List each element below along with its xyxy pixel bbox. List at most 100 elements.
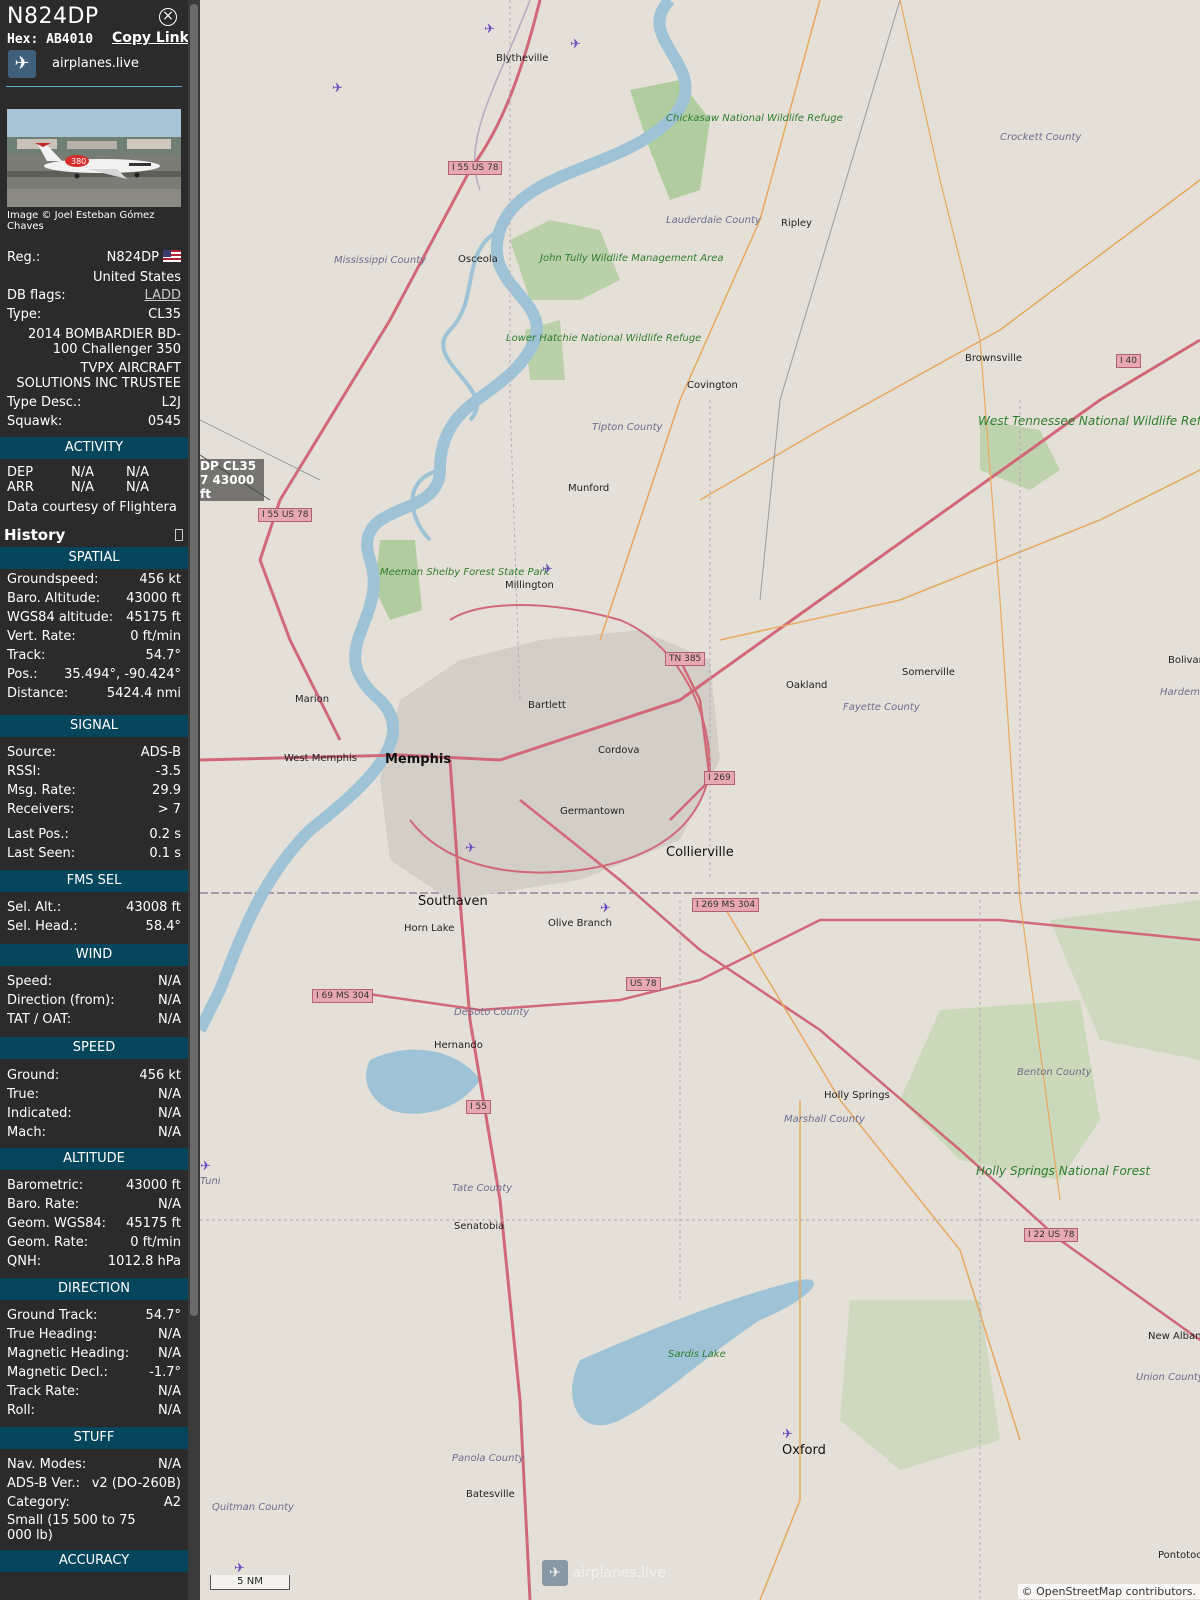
city-label: West Memphis: [284, 753, 357, 764]
wind-value: N/A: [158, 974, 181, 989]
park-label: Meeman Shelby Forest State Park: [380, 567, 550, 578]
aircraft-marker-icon[interactable]: ✈: [332, 82, 343, 95]
signal-label: Last Pos.:: [7, 827, 69, 842]
speed-label: Indicated:: [7, 1106, 72, 1121]
speed-value: N/A: [158, 1106, 181, 1121]
speed-label: Ground:: [7, 1068, 60, 1083]
aircraft-marker-icon[interactable]: ✈: [542, 563, 553, 576]
city-label: Holly Springs: [824, 1090, 890, 1101]
city-label: Blytheville: [496, 53, 549, 64]
highway-shield: I 269 MS 304: [692, 898, 760, 912]
city-label: Batesville: [466, 1489, 515, 1500]
dep-label: DEP: [7, 465, 34, 480]
speed-row: Ground: 456 kt: [7, 1066, 181, 1085]
data-courtesy: Data courtesy of Flightera: [7, 500, 177, 515]
map-view[interactable]: DP CL35 7 43000 ft DP Memphis West Memph…: [200, 0, 1200, 1600]
altitude-value: N/A: [158, 1197, 181, 1212]
dep-time: N/A: [71, 465, 94, 480]
section-signal: SIGNAL: [0, 715, 188, 737]
close-icon[interactable]: ×: [159, 8, 177, 26]
squawk-row: Squawk: 0545: [7, 414, 181, 429]
county-label: Mississippi County: [334, 255, 427, 266]
city-label: Bartlett: [528, 700, 566, 711]
altitude-row: Geom. Rate: 0 ft/min: [7, 1233, 181, 1252]
park-label: Holly Springs National Forest: [976, 1164, 1150, 1178]
stuff-row: Category: A2: [7, 1493, 181, 1512]
city-label: Cordova: [598, 745, 640, 756]
aircraft-photo[interactable]: 380: [7, 109, 181, 207]
highway-shield: I 55 US 78: [258, 508, 313, 522]
direction-value: N/A: [158, 1384, 181, 1399]
airplanes-live-logo-icon[interactable]: ✈: [8, 50, 36, 78]
spatial-value: 35.494°, -90.424°: [64, 667, 181, 682]
sidebar-scrollbar-thumb[interactable]: [190, 4, 198, 1316]
map-watermark: ✈ airplanes.live: [542, 1560, 666, 1586]
wind-row: TAT / OAT: N/A: [7, 1010, 181, 1029]
city-label: Bolivar: [1168, 655, 1200, 666]
city-label: Marion: [295, 694, 330, 705]
copy-link-button[interactable]: Copy Link: [112, 30, 188, 46]
county-label: Marshall County: [784, 1114, 865, 1125]
aircraft-map-label[interactable]: DP CL35 7 43000 ft DP: [200, 459, 264, 501]
park-label: West Tennessee National Wildlife Refuge …: [978, 414, 1200, 428]
signal-value: > 7: [157, 802, 181, 817]
spatial-row: Vert. Rate: 0 ft/min: [7, 627, 181, 646]
aircraft-marker-icon[interactable]: ✈: [234, 1562, 245, 1575]
category-description: Small (15 500 to 75 000 lb): [7, 1513, 136, 1543]
altitude-label: QNH:: [7, 1254, 42, 1269]
county-label: Hardeman County: [1160, 687, 1200, 698]
altitude-row: Barometric: 43000 ft: [7, 1176, 181, 1195]
direction-value: -1.7°: [149, 1365, 181, 1380]
city-label: Germantown: [560, 806, 625, 817]
history-checkbox[interactable]: [175, 529, 183, 541]
type-row: Type: CL35: [7, 307, 181, 322]
highway-shield: I 22 US 78: [1024, 1228, 1079, 1242]
altitude-label: Geom. Rate:: [7, 1235, 89, 1250]
operator: TVPX AIRCRAFT SOLUTIONS INC TRUSTEE: [16, 361, 181, 391]
spatial-value: 54.7°: [145, 648, 181, 663]
aircraft-marker-icon[interactable]: ✈: [782, 1428, 793, 1441]
city-label: Ripley: [781, 218, 812, 229]
aircraft-marker-icon[interactable]: ✈: [465, 842, 476, 855]
spatial-label: Vert. Rate:: [7, 629, 76, 644]
fms-value: 43008 ft: [126, 900, 181, 915]
section-spatial: SPATIAL: [0, 547, 188, 569]
signal-value: -3.5: [155, 764, 181, 779]
city-label: Pontotoc: [1158, 1550, 1200, 1561]
wind-row: Speed: N/A: [7, 972, 181, 991]
spatial-row: Track: 54.7°: [7, 646, 181, 665]
aircraft-marker-icon[interactable]: ✈: [484, 23, 495, 36]
spatial-value: 0 ft/min: [130, 629, 181, 644]
aircraft-marker-icon[interactable]: ✈: [570, 38, 581, 51]
spatial-row: WGS84 altitude: 45175 ft: [7, 608, 181, 627]
divider: [6, 86, 182, 87]
direction-label: Roll:: [7, 1403, 36, 1418]
signal-label: RSSI:: [7, 764, 41, 779]
aircraft-marker-icon[interactable]: ✈: [200, 1160, 211, 1173]
history-toggle[interactable]: History: [0, 524, 188, 546]
stuff-label: ADS-B Ver.:: [7, 1476, 80, 1491]
county-label: Panola County: [452, 1453, 525, 1464]
ladd-link[interactable]: LADD: [145, 286, 181, 305]
signal-row: Source: ADS-B: [7, 743, 181, 762]
city-label: Munford: [568, 483, 610, 494]
map-attribution[interactable]: © OpenStreetMap contributors.: [1017, 1584, 1200, 1599]
map-scale-bar: 5 NM: [210, 1575, 290, 1590]
us-flag-icon: [163, 250, 181, 262]
city-label: Millington: [505, 580, 554, 591]
direction-label: True Heading:: [7, 1327, 98, 1342]
county-label: Tate County: [452, 1183, 513, 1194]
spatial-value: 456 kt: [139, 572, 181, 587]
wind-label: Speed:: [7, 974, 53, 989]
flightera-link[interactable]: Flightera: [119, 500, 177, 515]
speed-row: Indicated: N/A: [7, 1104, 181, 1123]
speed-value: N/A: [158, 1125, 181, 1140]
arr-airport: N/A: [126, 480, 149, 495]
svg-text:380: 380: [71, 157, 86, 166]
aircraft-marker-icon[interactable]: ✈: [600, 902, 611, 915]
stuff-value: A2: [163, 1495, 181, 1510]
spatial-label: Distance:: [7, 686, 69, 701]
site-link[interactable]: airplanes.live: [52, 56, 139, 71]
altitude-value: 1012.8 hPa: [107, 1254, 181, 1269]
altitude-value: 0 ft/min: [130, 1235, 181, 1250]
